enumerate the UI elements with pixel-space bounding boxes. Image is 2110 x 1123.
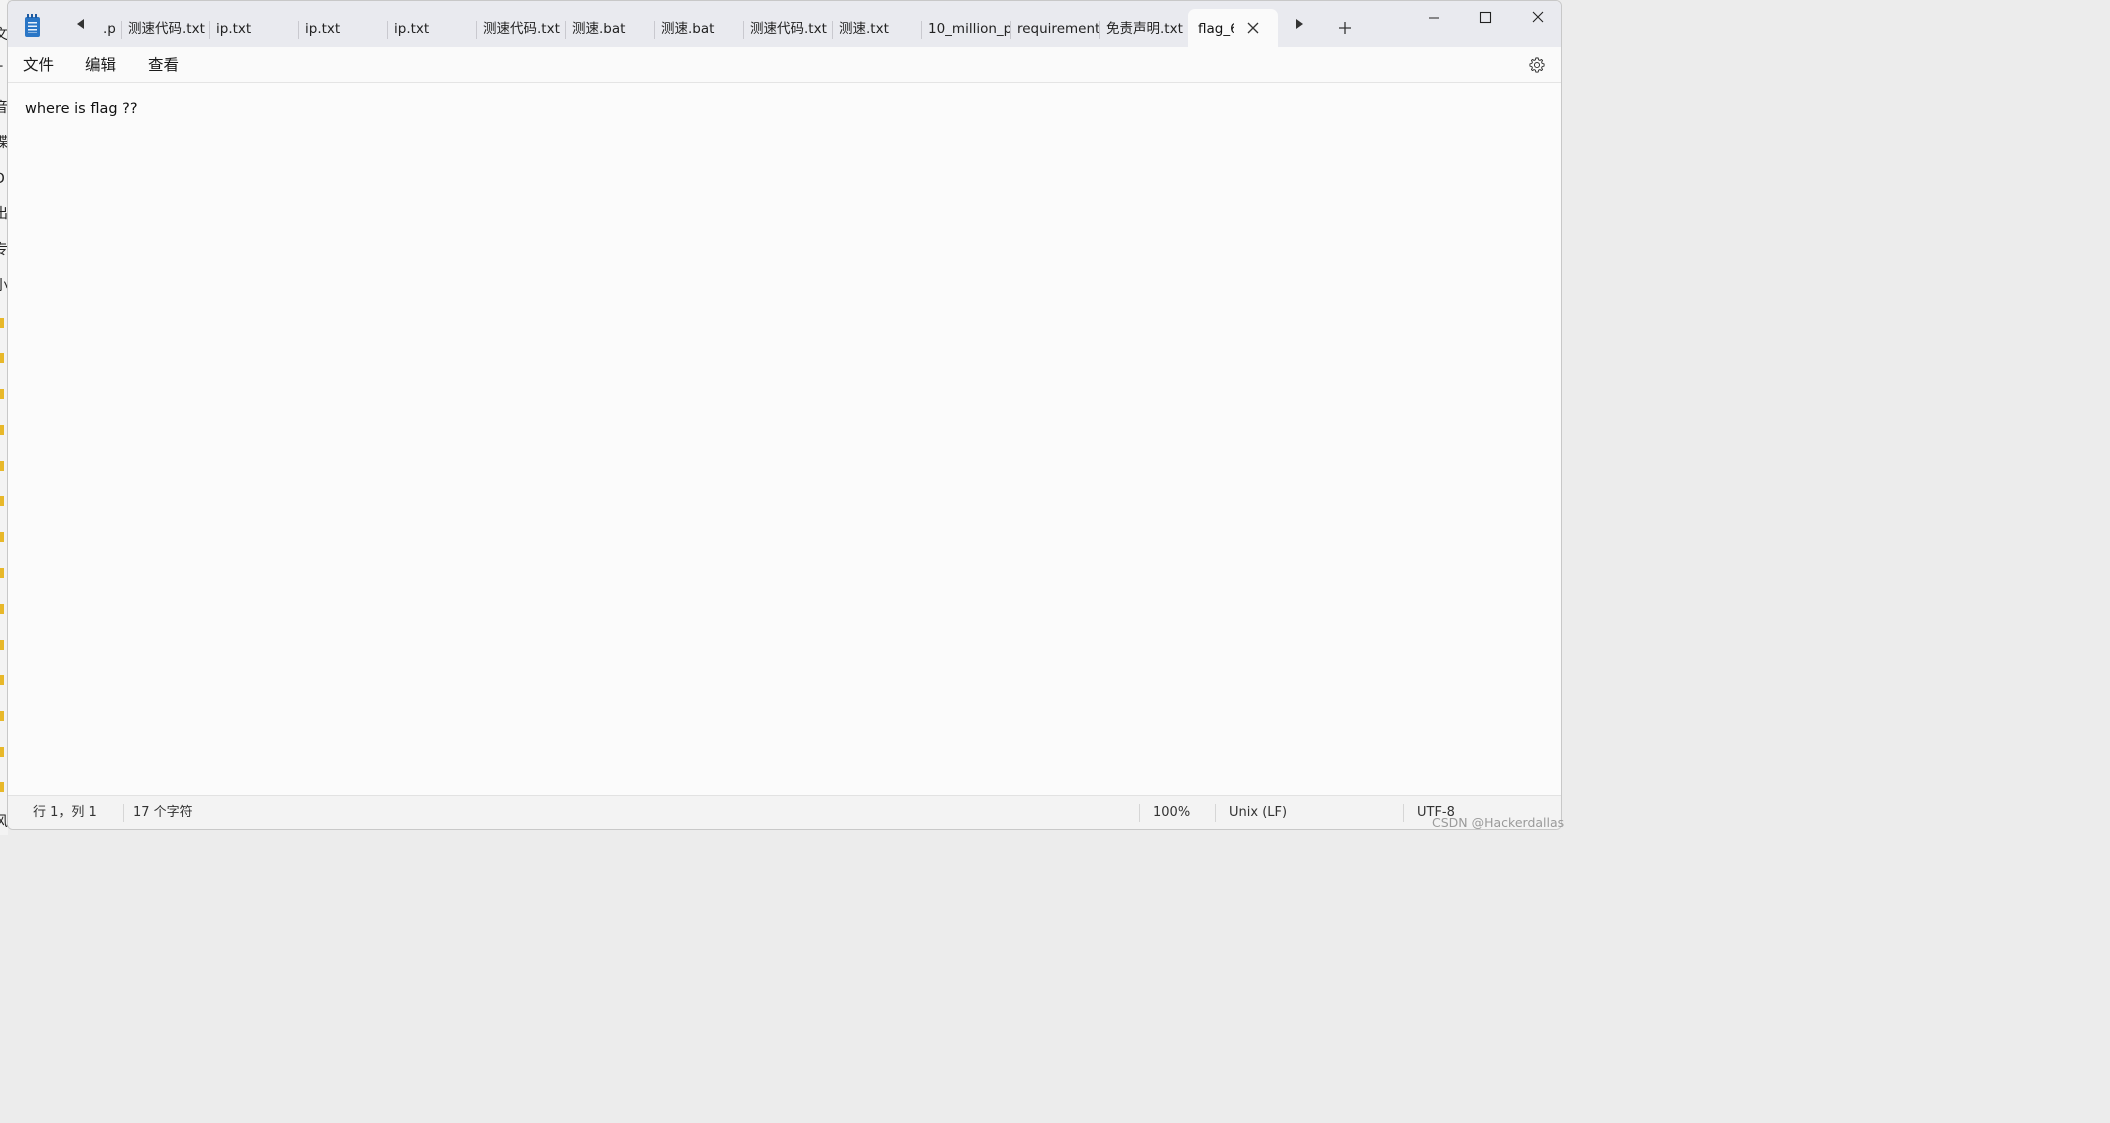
notepad-window: .p 测速代码.txt ip.txt ip.txt ip.txt 测速代码.tx… <box>7 0 1562 830</box>
folder-icon <box>0 389 4 399</box>
tab[interactable]: 免责声明.txt <box>1099 9 1188 47</box>
maximize-icon[interactable] <box>1460 1 1512 35</box>
status-separator <box>123 804 124 822</box>
tab[interactable]: 测速代码.txt <box>476 9 565 47</box>
tab[interactable]: ip.txt <box>387 9 476 47</box>
menu-view[interactable]: 查看 <box>148 47 179 83</box>
folder-icon <box>0 425 4 435</box>
status-separator <box>1403 804 1404 822</box>
tab[interactable]: 10_million_p <box>921 9 1010 47</box>
desktop-label: T <box>0 65 3 79</box>
folder-icon <box>0 496 4 506</box>
folder-icon <box>0 782 4 792</box>
close-window-icon[interactable] <box>1512 1 1562 35</box>
tab-active[interactable]: flag_6 <box>1188 9 1278 47</box>
folder-icon <box>0 532 4 542</box>
status-bar: 行 1，列 1 17 个字符 100% Unix (LF) UTF-8 <box>8 795 1561 829</box>
character-count: 17 个字符 <box>133 805 193 820</box>
folder-icon <box>0 675 4 685</box>
folder-icon <box>0 640 4 650</box>
scroll-tabs-right-icon[interactable] <box>1296 19 1303 29</box>
folder-icon <box>0 747 4 757</box>
folder-icon <box>0 568 4 578</box>
tab[interactable]: 测速代码.txt <box>121 9 209 47</box>
editor-content[interactable]: where is flag ?? <box>25 101 138 117</box>
folder-icon <box>0 318 4 328</box>
status-separator <box>1215 804 1216 822</box>
menu-edit[interactable]: 编辑 <box>85 47 116 83</box>
tab[interactable]: 测速.txt <box>832 9 921 47</box>
folder-icon <box>0 711 4 721</box>
minimize-icon[interactable] <box>1408 1 1460 35</box>
line-ending[interactable]: Unix (LF) <box>1229 796 1287 829</box>
menu-bar: 文件 编辑 查看 <box>8 47 1561 83</box>
folder-icon <box>0 353 4 363</box>
new-tab-plus-icon[interactable] <box>1338 21 1352 35</box>
text-editor[interactable]: where is flag ?? <box>8 83 1561 795</box>
tab[interactable]: requirement <box>1010 9 1099 47</box>
tab-active-label: flag_6 <box>1198 21 1234 37</box>
watermark: CSDN @Hackerdallas <box>1432 815 1565 830</box>
gear-icon[interactable] <box>1528 56 1546 74</box>
tab[interactable]: ip.txt <box>298 9 387 47</box>
menu-file[interactable]: 文件 <box>23 47 54 83</box>
close-tab-icon[interactable] <box>1246 21 1260 35</box>
tab[interactable]: .p <box>96 9 120 47</box>
tab[interactable]: 测速代码.txt <box>743 9 832 47</box>
desktop-label: D <box>0 172 5 186</box>
cursor-position: 行 1，列 1 <box>33 805 97 820</box>
tab[interactable]: 测速.bat <box>654 9 743 47</box>
zoom-level[interactable]: 100% <box>1153 796 1190 829</box>
notepad-app-icon <box>25 14 40 37</box>
tab-bar: .p 测速代码.txt ip.txt ip.txt ip.txt 测速代码.tx… <box>8 1 1561 47</box>
folder-icon <box>0 604 4 614</box>
tab[interactable]: ip.txt <box>209 9 298 47</box>
folder-icon <box>0 461 4 471</box>
status-separator <box>1139 804 1140 822</box>
tab[interactable]: 测速.bat <box>565 9 654 47</box>
scroll-tabs-left-icon[interactable] <box>77 19 84 29</box>
